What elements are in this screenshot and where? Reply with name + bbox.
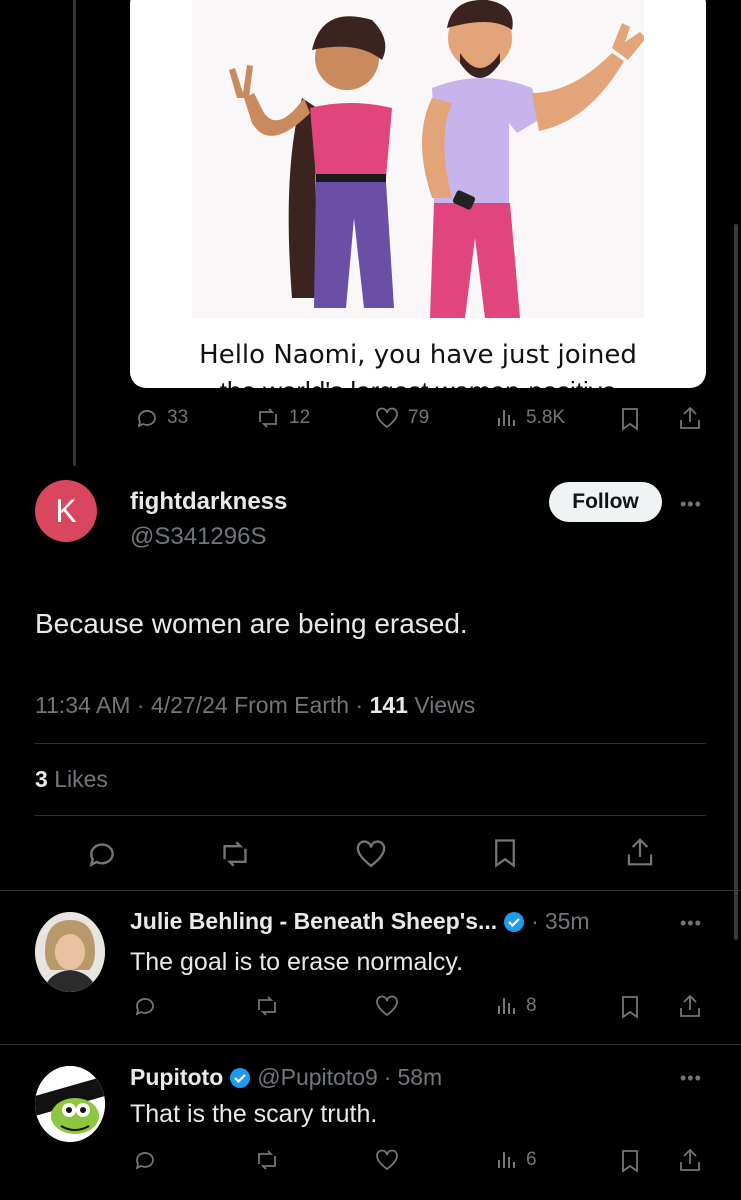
tweet-time: 11:34 AM [35, 692, 131, 718]
reply-avatar[interactable] [35, 912, 105, 992]
media-caption: Hello Naomi, you have just joined [199, 340, 637, 370]
user-handle[interactable]: @S341296S [130, 523, 266, 551]
like-action[interactable]: 79 [374, 406, 429, 430]
display-name[interactable]: fightdarkness [130, 488, 287, 516]
verified-badge-icon [503, 911, 525, 933]
follow-button[interactable]: Follow [549, 482, 662, 522]
views-action[interactable]: 8 [496, 994, 537, 1018]
views-label: Views [414, 692, 476, 718]
repost-icon[interactable] [254, 994, 280, 1018]
scrollbar[interactable] [734, 224, 738, 940]
reply-display-name[interactable]: Julie Behling - Beneath Sheep's... [130, 908, 497, 935]
reply-header: Julie Behling - Beneath Sheep's... · 35m [130, 908, 590, 935]
reply-action[interactable]: 33 [135, 406, 188, 430]
reply-text: That is the scary truth. [130, 1100, 378, 1128]
likes-count: 3 [35, 766, 48, 792]
repost-icon [255, 406, 281, 430]
repost-count: 12 [289, 407, 311, 428]
share-icon[interactable] [677, 1146, 703, 1174]
views-icon [496, 1148, 518, 1172]
reply-display-name[interactable]: Pupitoto [130, 1064, 223, 1091]
divider [35, 815, 706, 816]
views-number: 141 [369, 692, 408, 718]
bookmark-button[interactable] [490, 836, 520, 870]
views-count: 6 [526, 1149, 537, 1170]
tweet-date: 4/27/24 [150, 692, 228, 718]
views-count: 5.8K [526, 407, 566, 428]
reply-time: 35m [544, 908, 590, 934]
verified-badge-icon [229, 1067, 251, 1089]
reply-text: The goal is to erase normalcy. [130, 948, 464, 976]
reply-avatar[interactable] [35, 1066, 105, 1142]
reply-handle[interactable]: @Pupitoto9 [257, 1064, 378, 1091]
tweet-meta: 11:34 AM · 4/27/24 From Earth · 141 View… [35, 692, 476, 718]
repost-button[interactable] [218, 838, 252, 870]
bookmark-icon[interactable] [618, 1148, 642, 1174]
media-card[interactable]: Hello Naomi, you have just joined the wo… [130, 0, 706, 388]
tweet-text: Because women are being erased. [35, 608, 468, 639]
reply-count: 33 [167, 407, 189, 428]
like-button[interactable] [354, 838, 388, 870]
reply-time: 58m [397, 1064, 443, 1090]
like-count: 79 [408, 407, 430, 428]
more-options-icon[interactable]: ••• [680, 494, 702, 515]
views-count: 8 [526, 995, 537, 1016]
views-icon [496, 994, 518, 1018]
views-action[interactable]: 6 [496, 1148, 537, 1172]
likes-label: Likes [54, 766, 108, 792]
heart-icon[interactable] [374, 994, 400, 1018]
share-button[interactable] [624, 834, 656, 870]
repost-action[interactable]: 12 [255, 406, 310, 430]
heart-icon [374, 406, 400, 430]
avatar[interactable]: K [35, 480, 97, 542]
share-icon[interactable] [677, 404, 703, 432]
divider [0, 890, 741, 891]
divider [35, 743, 706, 744]
bookmark-icon[interactable] [618, 994, 642, 1020]
reply-header: Pupitoto @Pupitoto9 · 58m [130, 1064, 443, 1091]
reply-icon[interactable] [133, 1148, 157, 1172]
reply-icon[interactable] [133, 994, 157, 1018]
views-icon [496, 406, 518, 430]
reply-button[interactable] [86, 838, 118, 870]
media-caption-continued: the world's largest women-positive [130, 376, 706, 388]
heart-icon[interactable] [374, 1148, 400, 1172]
repost-icon[interactable] [254, 1148, 280, 1172]
more-options-icon[interactable]: ••• [680, 1068, 702, 1089]
reply-icon [135, 406, 159, 430]
views-action[interactable]: 5.8K [496, 406, 565, 430]
bookmark-icon[interactable] [618, 406, 642, 432]
likes-summary[interactable]: 3 Likes [35, 766, 108, 793]
tweet-source: From Earth [234, 692, 350, 718]
divider [0, 1044, 741, 1045]
share-icon[interactable] [677, 992, 703, 1020]
illustration-image [192, 0, 644, 318]
more-options-icon[interactable]: ••• [680, 913, 702, 934]
thread-connector-line [73, 0, 76, 466]
